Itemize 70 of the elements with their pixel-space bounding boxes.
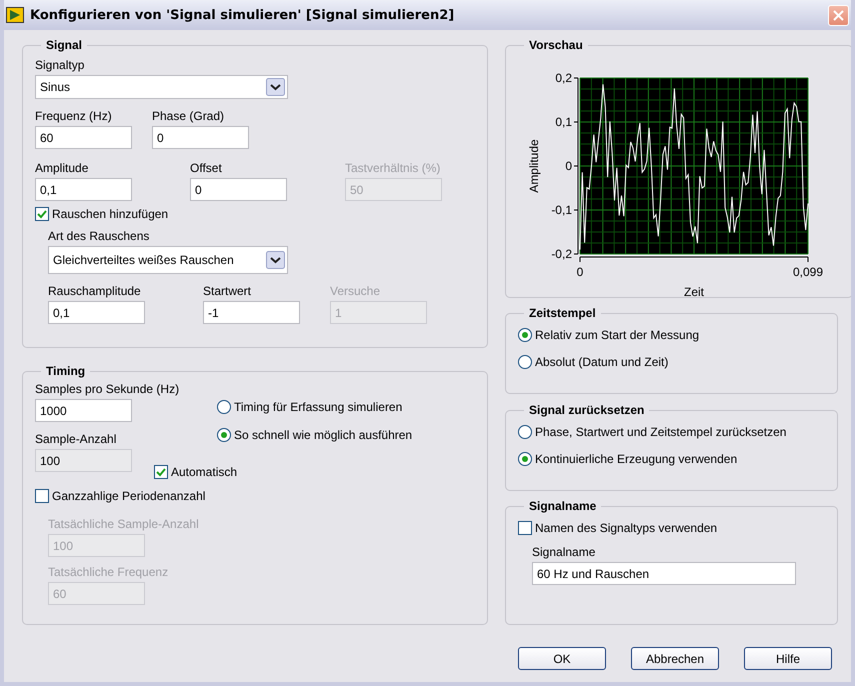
close-button[interactable] [828,4,849,26]
input-field[interactable]: 0,1 [48,301,145,324]
field-label: Tatsächliche Sample-Anzahl [48,517,199,531]
field-label: Art des Rauschens [48,229,150,243]
field-label: Startwert [203,284,252,298]
input-field[interactable]: 0,1 [35,178,132,201]
input-field[interactable]: -1 [203,301,300,324]
caret-icon [266,78,285,96]
y-tick-label: 0,1 [555,115,572,129]
x-tick-label: 0 [576,265,584,279]
field-label: Samples pro Sekunde (Hz) [35,382,180,396]
x-tick-label: 0,099 [792,265,824,279]
dialog-button[interactable]: OK [518,647,606,670]
radio-label: Relativ zum Start der Messung [535,328,700,342]
field-label: Signalname [532,545,596,559]
caret-icon [266,251,285,269]
group-title: Vorschau [528,38,584,52]
y-tick-label: -0,1 [551,203,572,217]
field-label: Signaltyp [35,58,86,72]
radio-button[interactable] [518,328,532,342]
field-label: Amplitude [35,161,90,175]
checkbox[interactable] [35,489,49,503]
radio-button[interactable] [217,400,231,414]
checkbox[interactable] [154,465,168,479]
radio-label: Kontinuierliche Erzeugung verwenden [535,452,738,466]
checkbox[interactable] [518,521,532,535]
checkbox-label: Ganzzahlige Periodenanzahl [52,489,206,503]
y-tick-label: 0,2 [555,71,572,85]
radio-label: Absolut (Datum und Zeit) [535,355,668,369]
x-axis-title: Zeit [684,285,704,299]
field-label: Versuche [330,284,382,298]
checkbox-label: Namen des Signaltyps verwenden [535,521,718,535]
dialog-button[interactable]: Abbrechen [631,647,719,670]
window-title: Konfigurieren von 'Signal simulieren' [Signal simulieren2] [30,8,456,22]
app-icon [6,7,24,23]
input-field[interactable]: 60 Hz und Rauschen [532,562,796,585]
input-field[interactable]: 100 [35,449,132,472]
field-label: Sample-Anzahl [35,432,118,446]
field-label: Tastverhältnis (%) [345,161,442,175]
radio-button[interactable] [518,452,532,466]
checkbox-label: Rauschen hinzufügen [52,207,168,221]
radio-button[interactable] [518,425,532,439]
y-tick-label: -0,2 [551,247,572,261]
group-title: Zeitstempel [528,306,597,320]
dialog-button[interactable]: Hilfe [744,647,832,670]
close-icon [833,10,844,20]
y-tick-label: 0 [565,159,572,173]
checkbox[interactable] [35,207,49,221]
group-title: Signal zurücksetzen [528,403,646,417]
checkbox-label: Automatisch [171,465,238,479]
input-field[interactable]: 0 [190,178,287,201]
y-axis-title: Amplitude [527,139,541,193]
radio-label: Phase, Startwert und Zeitstempel zurücksetzen [535,425,786,439]
dropdown[interactable]: Sinus [35,75,288,99]
radio-label: So schnell wie möglich ausführen [234,428,412,442]
input-field[interactable]: 0 [152,126,249,149]
field-label: Rauschamplitude [48,284,142,298]
field-label: Phase (Grad) [152,109,226,123]
field-label: Offset [190,161,223,175]
group-title: Signal [45,38,84,52]
group-title: Signalname [528,499,598,513]
radio-label: Timing für Erfassung simulieren [234,400,402,414]
input-field[interactable]: 60 [35,126,132,149]
radio-button[interactable] [518,355,532,369]
dropdown[interactable]: Gleichverteiltes weißes Rauschen [48,246,288,274]
radio-button[interactable] [217,428,231,442]
input-field[interactable]: 1000 [35,399,132,422]
field-label: Tatsächliche Frequenz [48,565,168,579]
group-title: Timing [45,364,86,378]
field-label: Frequenz (Hz) [35,109,113,123]
